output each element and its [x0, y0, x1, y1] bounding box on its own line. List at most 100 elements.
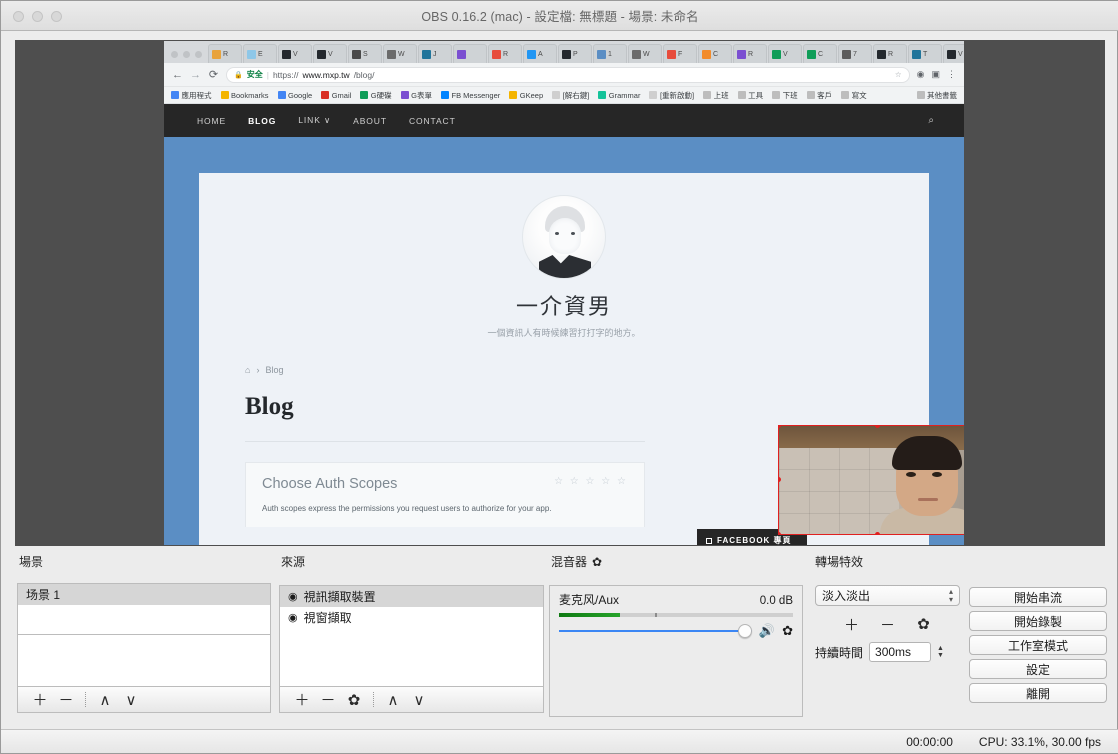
move-source-down-button[interactable]: ∨ [406, 688, 432, 712]
bookmark-item[interactable]: Google [277, 91, 312, 100]
stepper-up-icon[interactable]: ▲ [937, 645, 944, 652]
site-search-icon[interactable]: ⌕ [928, 115, 942, 126]
browser-tab[interactable]: T [908, 44, 942, 63]
bookmark-item[interactable]: Gmail [321, 91, 351, 100]
duration-stepper[interactable]: ▲ ▼ [937, 642, 944, 662]
browser-toolbar[interactable]: ← → ⟳ 🔒 安全 | https:// www.mxp.tw /blog/ … [164, 63, 964, 87]
site-nav-contact[interactable]: CONTACT [398, 116, 467, 126]
eye-icon[interactable]: ◉ [288, 611, 298, 624]
add-scene-button[interactable]: ＋ [27, 688, 53, 712]
site-nav-blog[interactable]: BLOG [237, 116, 287, 126]
remove-scene-button[interactable]: － [53, 688, 79, 712]
move-scene-down-button[interactable]: ∨ [118, 688, 144, 712]
start-recording-button[interactable]: 開始錄製 [969, 611, 1107, 631]
browser-tab[interactable]: 7 [838, 44, 872, 63]
minimize-window-icon[interactable] [32, 11, 43, 22]
studio-mode-button[interactable]: 工作室模式 [969, 635, 1107, 655]
preview-canvas[interactable]: REVVSWJRAP1WFCRVC7RTV(ttx 弘竣 ← → ⟳ 🔒 安全 … [164, 41, 964, 545]
sources-toolbar[interactable]: ＋ － ✿ ∧ ∨ [279, 687, 544, 713]
bookmarks-bar[interactable]: 應用程式 Bookmarks Google Gmail G硬碟 G表單 FB Messeng… [164, 87, 964, 104]
site-nav-link[interactable]: LINK ∨ [287, 115, 342, 126]
browser-tab[interactable]: V [313, 44, 347, 63]
mixer-panel[interactable]: 麦克风/Aux 0.0 dB 🔊 ✿ [549, 585, 803, 717]
reload-icon[interactable]: ⟳ [208, 68, 219, 81]
bookmark-item[interactable]: 寫文 [841, 90, 867, 101]
bookmark-item[interactable]: 應用程式 [171, 90, 212, 101]
settings-button[interactable]: 設定 [969, 659, 1107, 679]
move-scene-up-button[interactable]: ∧ [92, 688, 118, 712]
scene-list-item[interactable]: 场景 1 [18, 584, 270, 605]
browser-tab[interactable]: S [348, 44, 382, 63]
browser-tabbar[interactable]: REVVSWJRAP1WFCRVC7RTV(ttx 弘竣 [164, 41, 964, 63]
blog-post-card[interactable]: Choose Auth Scopes ☆ ☆ ☆ ☆ ☆ Auth scopes… [245, 462, 645, 527]
address-bar[interactable]: 🔒 安全 | https:// www.mxp.tw /blog/ ☆ [226, 66, 910, 83]
bookmark-item[interactable]: 上班 [703, 90, 729, 101]
transition-properties-button[interactable]: ✿ [914, 612, 934, 636]
browser-tab[interactable]: R [488, 44, 522, 63]
maximize-window-icon[interactable] [51, 11, 62, 22]
browser-tab[interactable]: P [558, 44, 592, 63]
add-transition-button[interactable]: ＋ [842, 612, 862, 636]
video-capture-source-overlay[interactable] [778, 425, 964, 535]
bookmark-item[interactable]: G硬碟 [360, 90, 392, 101]
bookmark-item[interactable]: Grammar [598, 91, 640, 100]
browser-tab[interactable]: A [523, 44, 557, 63]
remove-transition-button[interactable]: － [878, 612, 898, 636]
bookmark-item[interactable]: FB Messenger [440, 91, 500, 100]
resize-handle-bottom-center[interactable] [875, 532, 880, 534]
extension-icon-1[interactable]: ◉ [917, 69, 925, 80]
browser-tab[interactable]: V [278, 44, 312, 63]
bookmark-item[interactable]: Bookmarks [220, 91, 269, 100]
browser-close-icon[interactable] [171, 51, 178, 58]
bookmark-item[interactable]: [解右鍵] [552, 90, 589, 101]
remove-source-button[interactable]: － [315, 688, 341, 712]
bookmark-item[interactable]: 工具 [737, 90, 763, 101]
exit-button[interactable]: 離開 [969, 683, 1107, 703]
site-navbar[interactable]: HOME BLOG LINK ∨ ABOUT CONTACT ⌕ [164, 104, 964, 137]
bookmark-item[interactable]: GKeep [509, 91, 543, 100]
post-title[interactable]: Choose Auth Scopes [262, 476, 554, 492]
add-source-button[interactable]: ＋ [289, 688, 315, 712]
transition-select[interactable]: 淡入淡出 ▴ ▾ [815, 585, 960, 606]
breadcrumb-current[interactable]: Blog [265, 365, 283, 375]
browser-tab[interactable]: R [733, 44, 767, 63]
duration-input[interactable]: 300ms [869, 642, 932, 662]
bookmark-item[interactable]: G表單 [400, 90, 432, 101]
browser-tab[interactable]: F [663, 44, 697, 63]
resize-handle-bottom-left[interactable] [779, 532, 781, 534]
stepper-down-icon[interactable]: ▼ [937, 652, 944, 659]
browser-tab[interactable]: W [628, 44, 662, 63]
site-nav-about[interactable]: ABOUT [342, 116, 398, 126]
browser-tab[interactable]: W [383, 44, 417, 63]
browser-tab[interactable]: C [803, 44, 837, 63]
scenes-list-body[interactable] [17, 635, 271, 687]
move-source-up-button[interactable]: ∧ [380, 688, 406, 712]
source-list-item[interactable]: ◉ 視訊擷取裝置 [280, 586, 543, 607]
bookmark-item[interactable]: 客戶 [806, 90, 832, 101]
browser-minimize-icon[interactable] [183, 51, 190, 58]
browser-maximize-icon[interactable] [195, 51, 202, 58]
eye-icon[interactable]: ◉ [288, 590, 298, 603]
browser-tab[interactable]: R [873, 44, 907, 63]
mixer-settings-gear-icon[interactable]: ✿ [592, 555, 602, 569]
browser-tab[interactable]: V [768, 44, 802, 63]
browser-tab[interactable]: 1 [593, 44, 627, 63]
bookmark-item[interactable]: 其他書籤 [916, 90, 957, 101]
browser-menu-icon[interactable]: ⋮ [947, 69, 956, 80]
bookmark-star-icon[interactable]: ☆ [895, 70, 902, 79]
browser-tab[interactable]: V [943, 44, 964, 63]
scenes-list[interactable]: 场景 1 [17, 583, 271, 635]
speaker-mute-icon[interactable]: 🔊 [759, 623, 775, 639]
breadcrumb[interactable]: ⌂ › Blog [245, 365, 929, 375]
audio-gear-icon[interactable]: ✿ [782, 623, 793, 639]
volume-slider[interactable] [559, 624, 752, 638]
browser-tab[interactable] [453, 44, 487, 63]
window-traffic-lights[interactable] [13, 11, 62, 22]
extension-icon-2[interactable]: ▣ [931, 69, 940, 80]
bookmark-item[interactable]: [重新啟動] [649, 90, 694, 101]
back-icon[interactable]: ← [172, 69, 183, 81]
transitions-panel[interactable]: 淡入淡出 ▴ ▾ ＋ － ✿ 持續時間 300ms ▲ ▼ [815, 585, 960, 662]
browser-tab[interactable]: C [698, 44, 732, 63]
browser-traffic-lights[interactable] [166, 51, 208, 63]
site-nav-home[interactable]: HOME [186, 116, 237, 126]
